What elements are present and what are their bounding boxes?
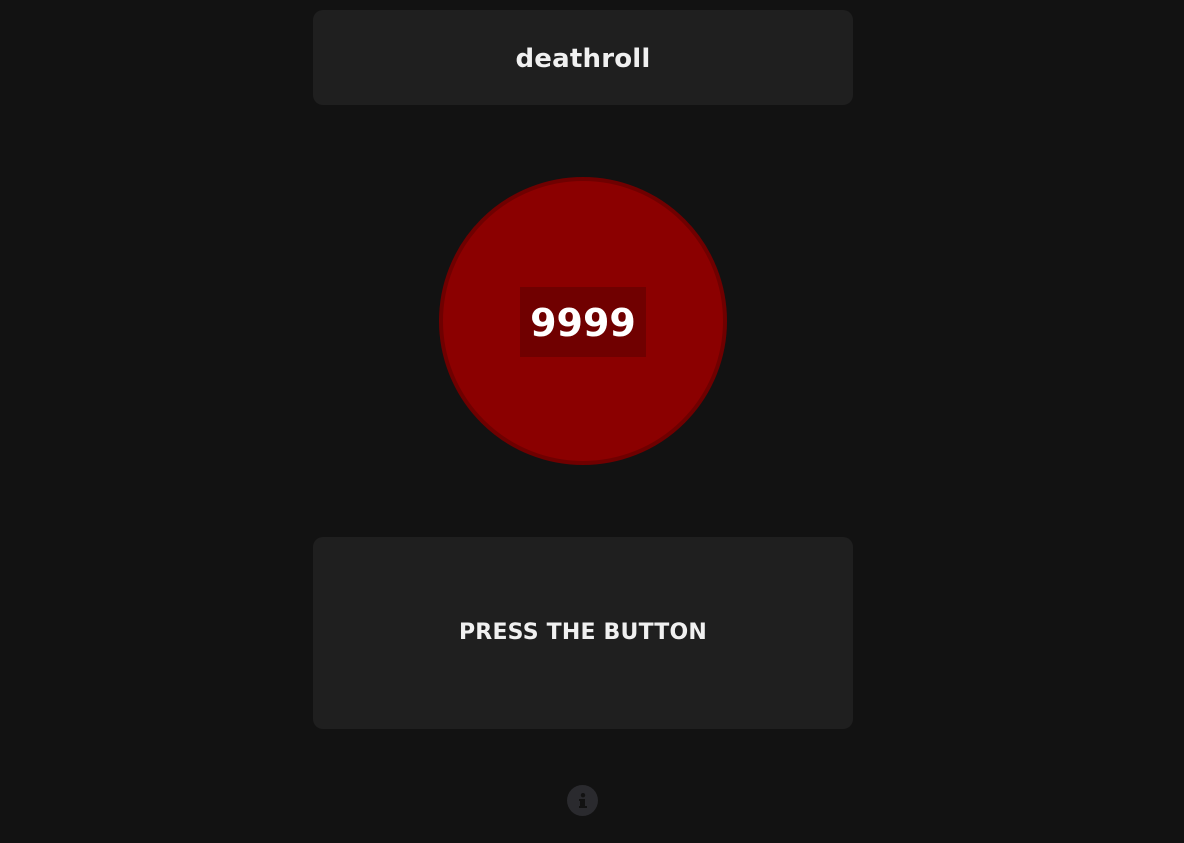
roll-button[interactable]: 9999 [439, 177, 727, 465]
app-page: deathroll 9999 PRESS THE BUTTON [0, 0, 1184, 843]
roll-value: 9999 [520, 287, 646, 357]
title-card: deathroll [313, 10, 853, 105]
info-icon[interactable] [567, 785, 598, 816]
page-title: deathroll [515, 44, 651, 74]
status-message: PRESS THE BUTTON [458, 619, 708, 645]
status-card: PRESS THE BUTTON [313, 537, 853, 729]
